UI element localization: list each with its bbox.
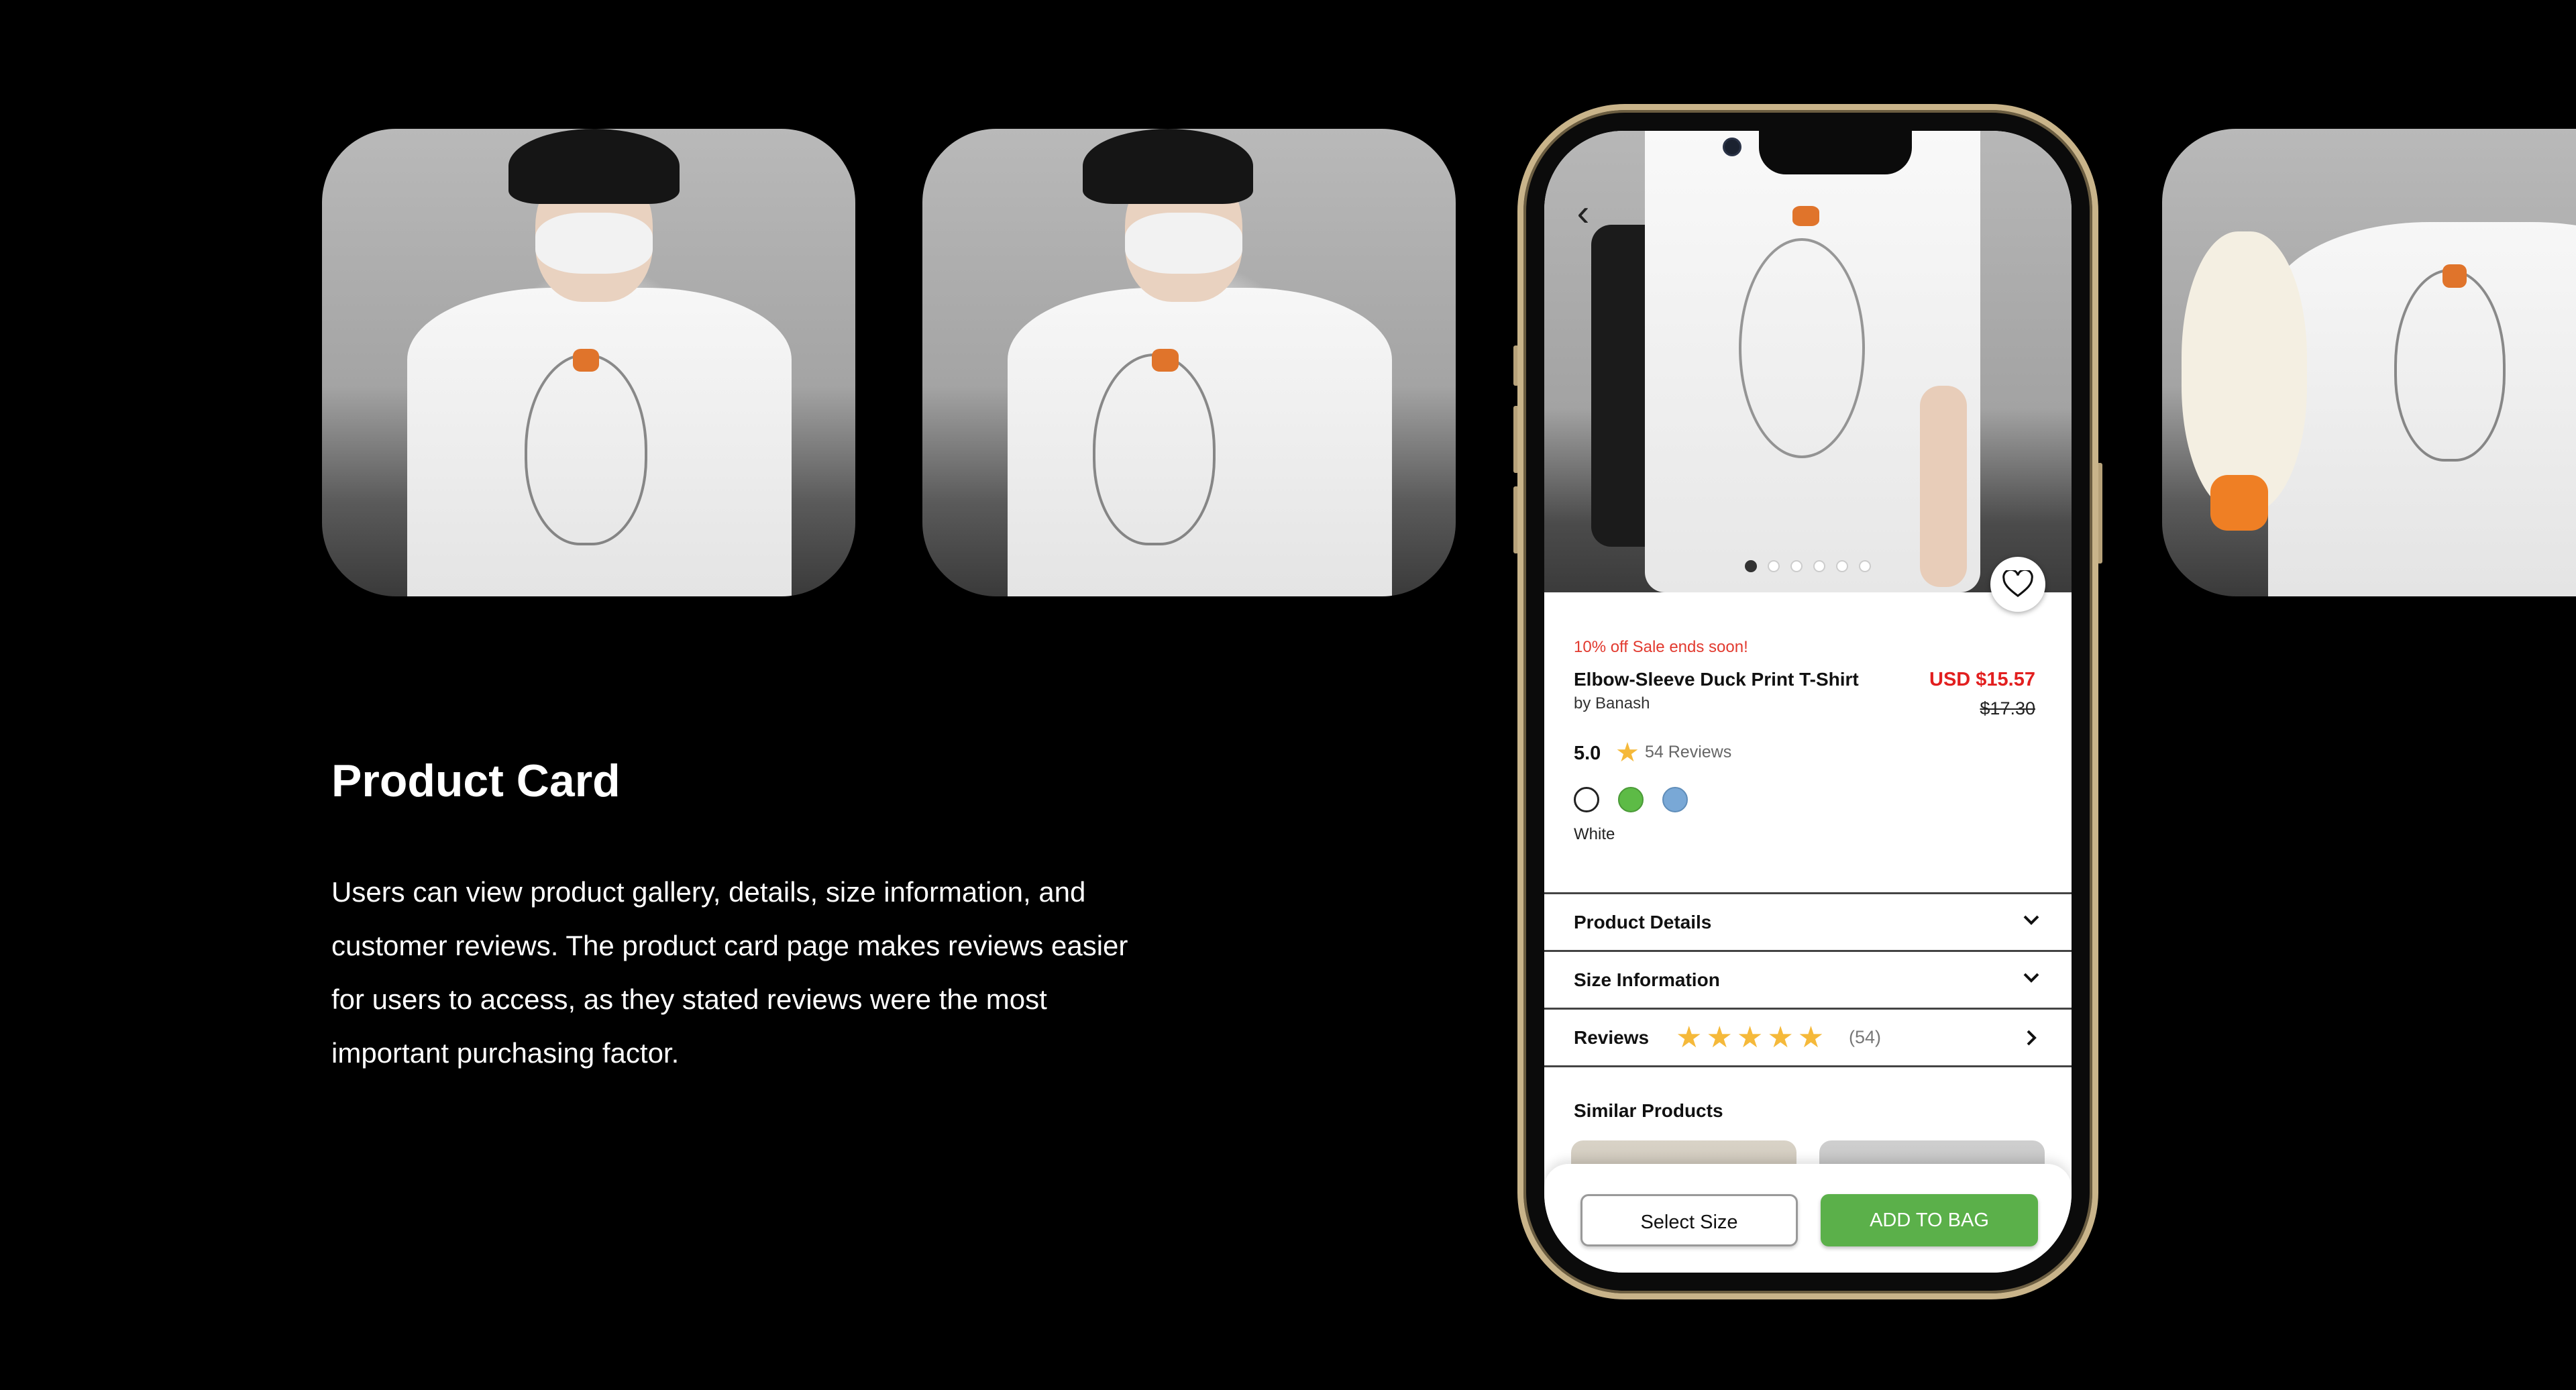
carousel-dot[interactable] (1790, 560, 1803, 572)
black-cap (508, 129, 680, 204)
goose-beak (2442, 264, 2467, 288)
goose-print (525, 353, 647, 546)
hero-goose-print (1739, 238, 1865, 458)
color-swatch-blue[interactable] (1662, 787, 1688, 812)
carousel-dot[interactable] (1836, 560, 1848, 572)
gallery-photo-1 (322, 129, 855, 596)
goose-beak (572, 348, 600, 372)
product-details-label: Product Details (1574, 912, 1712, 932)
favorite-heart-button[interactable] (1990, 557, 2045, 612)
similar-products-title: Similar Products (1574, 1100, 1723, 1121)
accordion-size-information[interactable]: Size Information (1544, 950, 2072, 1008)
plush-duck (2181, 231, 2307, 513)
product-image-carousel[interactable]: ‹ (1544, 131, 2072, 592)
divider (1544, 1065, 2072, 1067)
select-size-button[interactable]: Select Size (1580, 1194, 1798, 1246)
carousel-indicator (1544, 560, 2072, 572)
selected-color-label: White (1574, 825, 1615, 843)
face-mask (1125, 213, 1242, 274)
plush-duck-feet (2210, 474, 2269, 531)
heart-icon (2002, 570, 2033, 598)
section-description: Users can view product gallery, details,… (331, 876, 1128, 1069)
review-stars: ★★★★★ (1676, 1021, 1829, 1054)
color-swatch-white[interactable] (1574, 787, 1599, 812)
goose-print (1093, 353, 1216, 546)
goose-print (2394, 269, 2506, 462)
original-price: $17.30 (1980, 698, 2035, 718)
sale-price: USD $15.57 (1929, 669, 2035, 690)
product-name: Elbow-Sleeve Duck Print T-Shirt (1574, 669, 1859, 690)
front-camera (1723, 138, 1741, 156)
reviews-count: (54) (1849, 1027, 1882, 1047)
reviews-label: Reviews (1574, 1027, 1650, 1048)
carousel-dot[interactable] (1813, 560, 1825, 572)
reviews-row[interactable]: Reviews ★★★★★ (54) (1544, 1008, 2072, 1065)
carousel-dot[interactable] (1745, 560, 1757, 572)
black-cap (1082, 129, 1253, 204)
add-to-bag-button[interactable]: ADD TO BAG (1821, 1194, 2038, 1246)
back-chevron-icon[interactable]: ‹ (1563, 193, 1603, 233)
chevron-right-icon (2027, 1030, 2037, 1046)
size-information-label: Size Information (1574, 969, 1720, 990)
goose-beak (1151, 348, 1179, 372)
carousel-dot[interactable] (1768, 560, 1780, 572)
phone-screen: ‹ 10% off Sale ends soon! Elbow-Sleeve D… (1544, 131, 2072, 1273)
rating-value: 5.0 (1574, 743, 1601, 764)
face-mask (535, 213, 653, 274)
carousel-dot[interactable] (1859, 560, 1871, 572)
review-count-link[interactable]: 54 Reviews (1645, 743, 1731, 762)
gallery-photo-2 (922, 129, 1456, 596)
section-title: Product Card (331, 755, 621, 806)
phone-notch (1759, 127, 1912, 174)
product-brand[interactable]: by Banash (1574, 694, 1650, 713)
sale-banner: 10% off Sale ends soon! (1574, 638, 1748, 656)
star-icon: ★ (1615, 738, 1640, 767)
color-swatch-green[interactable] (1618, 787, 1644, 812)
gallery-photo-4 (2162, 129, 2576, 596)
hero-arm (1920, 386, 1967, 587)
chevron-down-icon (2023, 973, 2039, 983)
hero-goose-beak (1792, 206, 1819, 226)
chevron-down-icon (2023, 915, 2039, 925)
accordion-product-details[interactable]: Product Details (1544, 892, 2072, 950)
